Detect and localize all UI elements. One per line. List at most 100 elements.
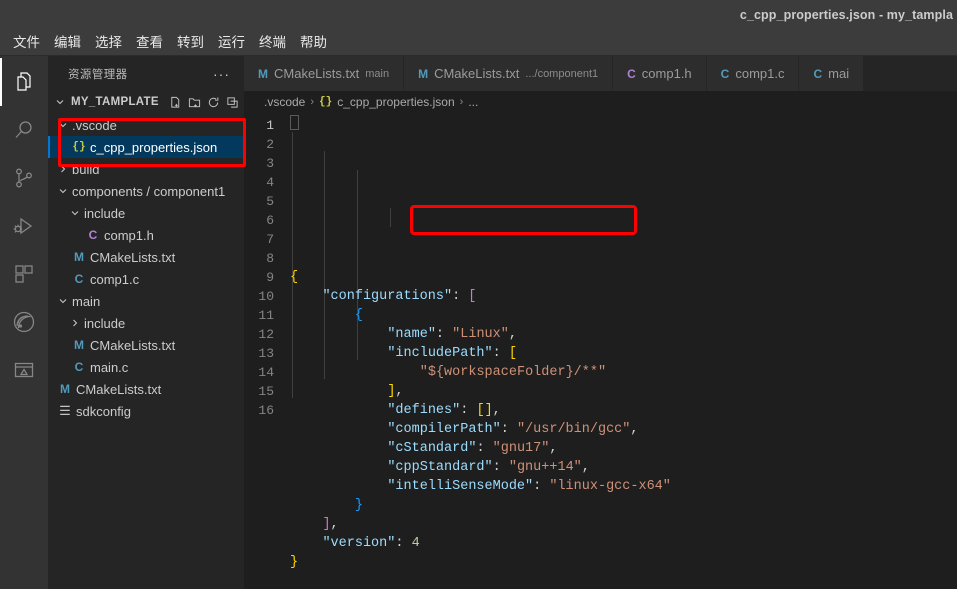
tree-item-label: main (72, 293, 101, 309)
workspace-root-actions (169, 96, 239, 109)
text-cursor (290, 115, 299, 130)
code-line: ], (387, 384, 404, 399)
tab-main-c[interactable]: C mai (799, 56, 865, 91)
espressif-idf-icon[interactable] (0, 298, 48, 346)
tab-comp1-h[interactable]: C comp1.h (613, 56, 707, 91)
c-source-file-icon: C (74, 360, 84, 374)
menu-run[interactable]: 运行 (211, 31, 252, 55)
remote-explorer-icon[interactable] (0, 346, 48, 394)
code-editor[interactable]: 1 2 3 4 5 6 7 8 9 10 11 12 13 14 15 16 {… (244, 113, 957, 589)
code-line: "includePath": [ (387, 346, 517, 361)
tree-item-include-main[interactable]: include (48, 312, 244, 334)
collapse-all-icon[interactable] (226, 96, 239, 109)
breadcrumb: .vscode › {} c_cpp_properties.json › ... (244, 91, 957, 113)
line-number: 5 (266, 194, 274, 209)
code-line: } (354, 498, 363, 513)
breadcrumb-folder[interactable]: .vscode (264, 95, 305, 109)
run-and-debug-icon[interactable] (0, 202, 48, 250)
json-file-icon: {} (72, 141, 86, 153)
tree-item-build[interactable]: build (48, 158, 244, 180)
workspace-root-row[interactable]: MY_TAMPLATE (48, 91, 244, 113)
line-number: 7 (266, 232, 274, 247)
refresh-icon[interactable] (207, 96, 220, 109)
chevron-down-icon[interactable] (56, 296, 70, 306)
tree-item-main-c[interactable]: C main.c (48, 356, 244, 378)
chevron-right-icon[interactable] (56, 164, 70, 174)
line-number: 16 (258, 403, 274, 418)
line-number: 3 (266, 156, 274, 171)
tab-sublabel: .../component1 (525, 67, 599, 80)
code-content[interactable]: { "configurations": [ { "name": "Linux",… (286, 113, 957, 589)
search-icon[interactable] (0, 106, 48, 154)
tab-cmakelists-component1[interactable]: M CMakeLists.txt .../component1 (404, 56, 614, 91)
source-control-icon[interactable] (0, 154, 48, 202)
c-header-file-icon: C (88, 228, 98, 242)
tree-item-cmakelists-component1[interactable]: M CMakeLists.txt (48, 246, 244, 268)
config-file-icon: ☰ (59, 403, 71, 418)
chevron-down-icon[interactable] (53, 97, 67, 107)
window-title: c_cpp_properties.json - my_tampla (739, 8, 953, 22)
extensions-icon[interactable] (0, 250, 48, 298)
tree-item-label: components / component1 (72, 183, 226, 199)
c-header-file-icon: C (627, 66, 636, 81)
tree-item-include-component1[interactable]: include (48, 202, 244, 224)
code-line: "cppStandard": "gnu++14", (387, 460, 590, 475)
menu-file[interactable]: 文件 (6, 31, 47, 55)
new-file-icon[interactable] (169, 96, 182, 109)
tree-item-main-folder[interactable]: main (48, 290, 244, 312)
tree-item-label: CMakeLists.txt (90, 249, 176, 265)
explorer-icon[interactable] (0, 58, 48, 106)
tree-item-label: .vscode (72, 117, 117, 133)
explorer-more-actions-icon[interactable]: ··· (213, 66, 230, 82)
breadcrumb-file[interactable]: c_cpp_properties.json (337, 95, 454, 109)
line-number: 2 (266, 137, 274, 152)
tab-label: comp1.c (735, 66, 785, 81)
code-line: "cStandard": "gnu17", (387, 441, 558, 456)
tree-item-cmakelists-main[interactable]: M CMakeLists.txt (48, 334, 244, 356)
menu-view[interactable]: 查看 (129, 31, 170, 55)
code-line: "version": 4 (322, 536, 420, 551)
line-number: 9 (266, 270, 274, 285)
tree-item-vscode[interactable]: .vscode (48, 114, 244, 136)
cmake-file-icon: M (258, 66, 268, 81)
line-number: 4 (266, 175, 274, 190)
tree-item-components-component1[interactable]: components / component1 (48, 180, 244, 202)
menu-go[interactable]: 转到 (170, 31, 211, 55)
tree-item-comp1-c[interactable]: C comp1.c (48, 268, 244, 290)
tree-item-label: comp1.c (90, 271, 140, 287)
tree-item-cmakelists-root[interactable]: M CMakeLists.txt (48, 378, 244, 400)
menu-select[interactable]: 选择 (88, 31, 129, 55)
explorer-title: 资源管理器 (68, 68, 128, 81)
code-line: "${workspaceFolder}/**" (419, 365, 607, 380)
code-line: "name": "Linux", (387, 327, 517, 342)
tab-label: mai (828, 66, 850, 81)
menu-help[interactable]: 帮助 (293, 31, 334, 55)
tree-item-label: CMakeLists.txt (76, 381, 162, 397)
workspace-root-label: MY_TAMPLATE (71, 96, 159, 108)
tree-item-comp1-h[interactable]: C comp1.h (48, 224, 244, 246)
breadcrumb-symbol-more[interactable]: ... (468, 95, 478, 109)
file-tree: .vscode {} c_cpp_properties.json build c… (48, 113, 244, 589)
tab-cmakelists-main[interactable]: M CMakeLists.txt main (244, 56, 405, 91)
line-number: 13 (258, 346, 274, 361)
tree-item-c-cpp-properties-json[interactable]: {} c_cpp_properties.json (48, 136, 244, 158)
chevron-down-icon[interactable] (56, 120, 70, 130)
menu-terminal[interactable]: 终端 (252, 31, 293, 55)
editor-tab-bar: M CMakeLists.txt main M CMakeLists.txt .… (244, 56, 957, 91)
vscode-window: c_cpp_properties.json - my_tampla 文件 编辑 … (0, 0, 957, 589)
line-number: 11 (258, 308, 274, 323)
tree-item-sdkconfig[interactable]: ☰ sdkconfig (48, 400, 244, 422)
line-number: 15 (258, 384, 274, 399)
new-folder-icon[interactable] (188, 96, 201, 109)
line-number: 10 (258, 289, 274, 304)
tab-comp1-c[interactable]: C comp1.c (706, 56, 800, 91)
chevron-down-icon[interactable] (68, 208, 82, 218)
cmake-file-icon: M (418, 66, 429, 81)
code-line: "configurations": [ (322, 289, 477, 304)
tree-item-label: include (84, 315, 126, 331)
chevron-right-icon[interactable] (68, 318, 82, 328)
chevron-down-icon[interactable] (56, 186, 70, 196)
menu-bar: 文件 编辑 选择 查看 转到 运行 终端 帮助 (0, 30, 957, 56)
code-line: { (354, 308, 363, 323)
menu-edit[interactable]: 编辑 (47, 31, 88, 55)
